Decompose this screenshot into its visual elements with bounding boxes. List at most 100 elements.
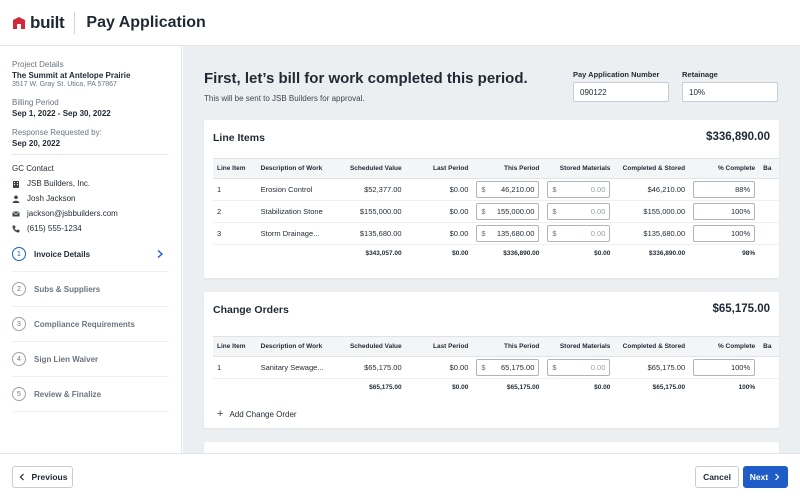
this-period-input[interactable]: $46,210.00 (476, 180, 540, 198)
input-value: 65,175.00 (501, 362, 535, 372)
top-bar: built Pay Application (0, 0, 800, 46)
cell-this-period: $46,210.00 (472, 178, 544, 201)
step-subs-suppliers[interactable]: 2 Subs & Suppliers (12, 272, 169, 307)
retainage-input[interactable]: 10% (682, 82, 778, 102)
col-last-period: Last Period (405, 337, 473, 357)
stored-materials-input[interactable]: $0.00 (547, 180, 611, 198)
previous-button[interactable]: Previous (12, 466, 73, 488)
col-stored-materials: Stored Materials (543, 159, 615, 179)
table-header-row: Line Item Description of Work Scheduled … (213, 159, 779, 179)
input-value: 0.00 (590, 206, 606, 216)
sidebar-divider (12, 154, 169, 155)
cell-this-period: $155,000.00 (472, 200, 544, 223)
input-value: 100% (730, 206, 751, 216)
pct-complete-input[interactable]: 100% (693, 202, 756, 220)
col-line-item: Line Item (213, 159, 257, 179)
phone-icon (12, 225, 20, 232)
line-items-table-wrap: Line Item Description of Work Scheduled … (213, 158, 779, 262)
total-scheduled-value: $343,057.00 (365, 249, 402, 257)
response-requested-value: Sep 20, 2022 (12, 139, 61, 148)
step-number: 1 (12, 247, 26, 261)
cancel-button[interactable]: Cancel (695, 466, 739, 488)
step-number: 3 (12, 317, 26, 331)
cell-pct-complete: 100% (689, 200, 760, 223)
step-number: 4 (12, 352, 26, 366)
stored-materials-input[interactable]: $0.00 (547, 358, 611, 376)
currency-symbol: $ (481, 362, 486, 372)
this-period-input[interactable]: $135,680.00 (476, 224, 540, 242)
cell-empty (213, 244, 257, 262)
chevron-right-icon (157, 249, 164, 259)
pct-complete-input[interactable]: 100% (693, 224, 756, 242)
gc-contact-label: GC Contact (12, 164, 54, 173)
step-compliance-requirements[interactable]: 3 Compliance Requirements (12, 307, 169, 342)
change-orders-title: Change Orders (213, 304, 289, 316)
cell-scheduled-value: $65,175.00 (338, 356, 406, 379)
col-last-period: Last Period (405, 159, 473, 179)
input-value: 135,680.00 (496, 228, 535, 238)
step-label: Sign Lien Waiver (34, 354, 99, 364)
cell-line-item: 1 (213, 356, 257, 379)
cell-description: Storm Drainage... (256, 222, 339, 245)
cell-stored-materials: $0.00 (543, 178, 615, 201)
cell-last-period: $0.00 (405, 222, 473, 245)
cell-empty (759, 244, 779, 262)
this-period-input[interactable]: $65,175.00 (476, 358, 540, 376)
input-value: 0.00 (590, 184, 606, 194)
page-title: Pay Application (86, 13, 206, 31)
next-button[interactable]: Next (743, 466, 788, 488)
col-completed-stored: Completed & Stored (614, 159, 690, 179)
gc-person: Josh Jackson (12, 194, 169, 203)
logo-text: built (30, 12, 65, 32)
currency-symbol: $ (552, 206, 557, 216)
person-icon (12, 195, 20, 203)
billing-period-label: Billing Period (12, 98, 59, 107)
cell-balance (759, 200, 779, 223)
step-sign-lien-waiver[interactable]: 4 Sign Lien Waiver (12, 342, 169, 377)
gc-email-link[interactable]: jackson@jsbbuilders.com (27, 209, 118, 218)
stored-materials-input[interactable]: $0.00 (547, 202, 611, 220)
total-stored-materials: $0.00 (594, 383, 611, 391)
stored-materials-input[interactable]: $0.00 (547, 224, 611, 242)
cell-this-period: $135,680.00 (472, 222, 544, 245)
project-address: 3517 W. Gray St. Utica, PA 57867 (12, 81, 117, 88)
this-period-input[interactable]: $155,000.00 (476, 202, 540, 220)
gc-phone-number: (615) 555-1234 (27, 224, 82, 233)
cell-this-period: $65,175.00 (472, 356, 544, 379)
cell-completed-stored: $155,000.00 (614, 200, 690, 223)
change-orders-table-wrap: Line Item Description of Work Scheduled … (213, 336, 779, 396)
input-value: 100% (730, 362, 751, 372)
step-invoice-details[interactable]: 1 Invoice Details (12, 237, 169, 272)
billing-period-value: Sep 1, 2022 - Sep 30, 2022 (12, 109, 111, 118)
add-change-order-button[interactable]: + Add Change Order (217, 408, 297, 420)
chevron-left-icon (19, 473, 24, 481)
cell-pct-complete: 88% (689, 178, 760, 201)
input-value: 0.00 (590, 228, 606, 238)
step-review-finalize[interactable]: 5 Review & Finalize (12, 377, 169, 412)
col-pct-complete: % Complete (689, 159, 760, 179)
currency-symbol: $ (481, 206, 486, 216)
cell-stored-materials: $0.00 (543, 222, 615, 245)
built-logo[interactable]: built (0, 0, 65, 46)
retainage-label: Retainage (682, 70, 718, 79)
gc-company: JSB Builders, Inc. (12, 179, 169, 188)
gc-email: jackson@jsbbuilders.com (12, 209, 169, 218)
col-stored-materials: Stored Materials (543, 337, 615, 357)
col-this-period: This Period (472, 337, 544, 357)
col-completed-stored: Completed & Stored (614, 337, 690, 357)
response-requested-label: Response Requested by: (12, 128, 102, 137)
input-value: 88% (735, 184, 751, 194)
col-this-period: This Period (472, 159, 544, 179)
gc-contact: GC Contact JSB Builders, Inc. Josh Jacks… (12, 164, 169, 233)
col-balance: Ba (759, 159, 779, 179)
pct-complete-input[interactable]: 88% (693, 180, 756, 198)
col-pct-complete: % Complete (689, 337, 760, 357)
step-label: Subs & Suppliers (34, 284, 101, 294)
pay-app-number-input[interactable]: 090122 (573, 82, 669, 102)
gc-person-name: Josh Jackson (27, 194, 76, 203)
cell-empty (257, 378, 338, 396)
input-value: 46,210.00 (501, 184, 535, 194)
cell-last-period: $0.00 (405, 178, 473, 201)
total-scheduled-value: $65,175.00 (369, 383, 402, 391)
pct-complete-input[interactable]: 100% (693, 358, 756, 376)
